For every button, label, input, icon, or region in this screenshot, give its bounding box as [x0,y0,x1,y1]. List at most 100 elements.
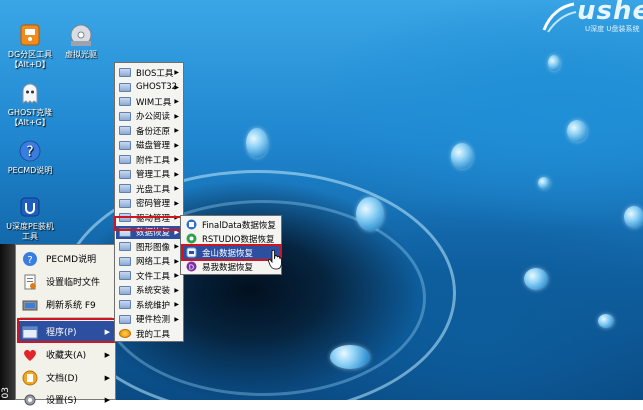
programs-item[interactable]: 光盘工具 ▶ [116,182,182,195]
start-menu-item-refresh[interactable]: 刷新系统 F9 [18,294,114,315]
recovery-item-label: FinalData数据恢复 [202,220,276,231]
virtual-drive-icon [70,24,92,46]
programs-item[interactable]: 管理工具 ▶ [116,168,182,181]
submenu-arrow-icon: ▶ [174,272,179,279]
folder-icon [119,155,131,164]
desktop-icon-label: 工具 [22,232,38,241]
desktop-icon-ghost[interactable]: GHOST克隆 【Alt+G】 [0,80,60,128]
programs-item[interactable]: WIM工具 ▶ [116,95,182,108]
folder-icon [119,256,131,266]
start-menu-item-label: 刷新系统 F9 [46,301,96,311]
programs-item[interactable]: 网络工具 ▶ [116,255,182,268]
recovery-item-label: RSTUDIO数据恢复 [202,234,275,245]
my-tools-icon [119,329,131,338]
programs-item[interactable]: 备份还原 ▶ [116,124,182,137]
folder-icon [119,169,131,179]
programs-item[interactable]: 系统维护 ▶ [116,298,182,311]
desktop-icon-label: PECMD说明 [7,166,53,175]
water-drop-decoration [524,268,548,290]
programs-item-label: 附件工具 [136,155,171,166]
favorites-icon [24,349,36,361]
recovery-item-easeus[interactable]: D 易我数据恢复 [182,260,280,273]
svg-text:D: D [188,264,193,272]
folder-icon [119,140,131,150]
programs-item[interactable]: 系统安装 ▶ [116,284,182,297]
folder-icon [119,198,131,208]
programs-item-label: 系统维护 [136,300,171,311]
desktop-icon-installer[interactable]: U深度PE装机 工具 [0,194,60,242]
help-icon: ? [23,251,37,266]
desktop-icon-label: 【Alt+D】 [10,60,50,69]
water-drop-decoration [356,197,384,231]
folder-icon [119,126,131,135]
programs-item[interactable]: 文件工具 ▶ [116,269,182,282]
finaldata-icon [186,219,196,230]
folder-icon [119,82,131,92]
start-menu-item-favorites[interactable]: 收藏夹(A) ▶ [18,344,114,365]
programs-item-label: WIM工具 [136,97,172,108]
programs-item[interactable]: 附件工具 ▶ [116,153,182,166]
programs-menu: BIOS工具 ▶ GHOST32 ▶ WIM工具 ▶ 办公阅读 ▶ 备份还原 ▶ 磁盘管理 ▶ 附件工具… [114,62,184,342]
start-menu-item-label: 设置临时文件 [46,278,101,288]
start-menu-item-pecmd[interactable]: ? PECMD说明 [18,248,114,269]
water-drop-decoration [246,128,268,158]
desktop-icon-label: 虚拟光驱 [65,50,97,59]
folder-icon [119,111,131,121]
submenu-arrow-icon: ▶ [174,315,179,323]
water-drop-decoration [330,345,370,369]
highlight-box-kingsoft-recovery [181,244,282,261]
water-drop-decoration [451,143,473,169]
water-drop-decoration [624,206,643,228]
programs-item-label: 管理工具 [136,170,171,180]
programs-item[interactable]: 图形图像 ▶ [116,240,182,253]
programs-item[interactable]: 我的工具 [116,327,182,340]
folder-icon [119,97,131,106]
folder-icon [119,68,131,77]
start-menu-sidebar: 03 [0,244,15,400]
programs-item[interactable]: 办公阅读 ▶ [116,110,182,123]
desktop-icon-pecmd[interactable]: ? PECMD说明 [0,138,60,176]
installer-icon [20,197,40,217]
programs-item-label: BIOS工具 [136,68,174,79]
programs-item[interactable]: 硬件检测 ▶ [116,313,182,326]
submenu-arrow-icon: ▶ [174,98,179,105]
desktop-icon-virtual-drive[interactable]: 虚拟光驱 [51,22,111,60]
programs-item-label: 办公阅读 [136,112,171,122]
svg-text:?: ? [27,255,32,266]
documents-icon [22,370,38,385]
highlight-box-data-recovery [114,216,184,231]
partition-tool-icon [20,24,40,46]
highlight-box-programs [17,318,116,343]
water-drop-decoration [538,177,550,189]
programs-item[interactable]: GHOST32 ▶ [116,81,182,94]
recovery-item-finaldata[interactable]: FinalData数据恢复 [182,218,280,231]
submenu-arrow-icon: ▶ [174,301,179,308]
programs-item[interactable]: 磁盘管理 ▶ [116,139,182,152]
mouse-cursor-icon [268,250,282,270]
recovery-item-label: 易我数据恢复 [202,262,254,273]
folder-icon [119,300,131,309]
submenu-arrow-icon: ▶ [174,257,179,265]
programs-item[interactable]: BIOS工具 ▶ [116,66,182,79]
programs-item-label: 文件工具 [136,271,171,282]
programs-item-label: 密码管理 [136,199,171,209]
programs-item-label: 光盘工具 [136,184,171,195]
water-drop-decoration [598,314,614,328]
submenu-arrow-icon: ▶ [174,199,179,207]
svg-text:?: ? [26,144,33,160]
start-menu-item-label: PECMD说明 [46,255,97,265]
desktop-icon-label: 【Alt+G】 [10,118,50,127]
logo-brand-text: usher [577,0,643,26]
start-menu-item-documents[interactable]: 文档(D) ▶ [18,367,114,388]
submenu-arrow-icon: ▶ [174,170,179,178]
submenu-arrow-icon: ▶ [174,69,179,76]
rstudio-icon [186,233,196,244]
submenu-arrow-icon: ▶ [104,350,110,359]
start-menu-item-label: 文档(D) [46,374,78,384]
start-menu-item-temp-file[interactable]: 设置临时文件 [18,271,114,292]
programs-item[interactable]: 密码管理 ▶ [116,197,182,210]
programs-item-label: 磁盘管理 [136,141,171,151]
start-menu-item-label: 收藏夹(A) [46,351,87,361]
programs-item-label: 网络工具 [136,257,171,267]
easeus-icon: D [186,261,196,272]
